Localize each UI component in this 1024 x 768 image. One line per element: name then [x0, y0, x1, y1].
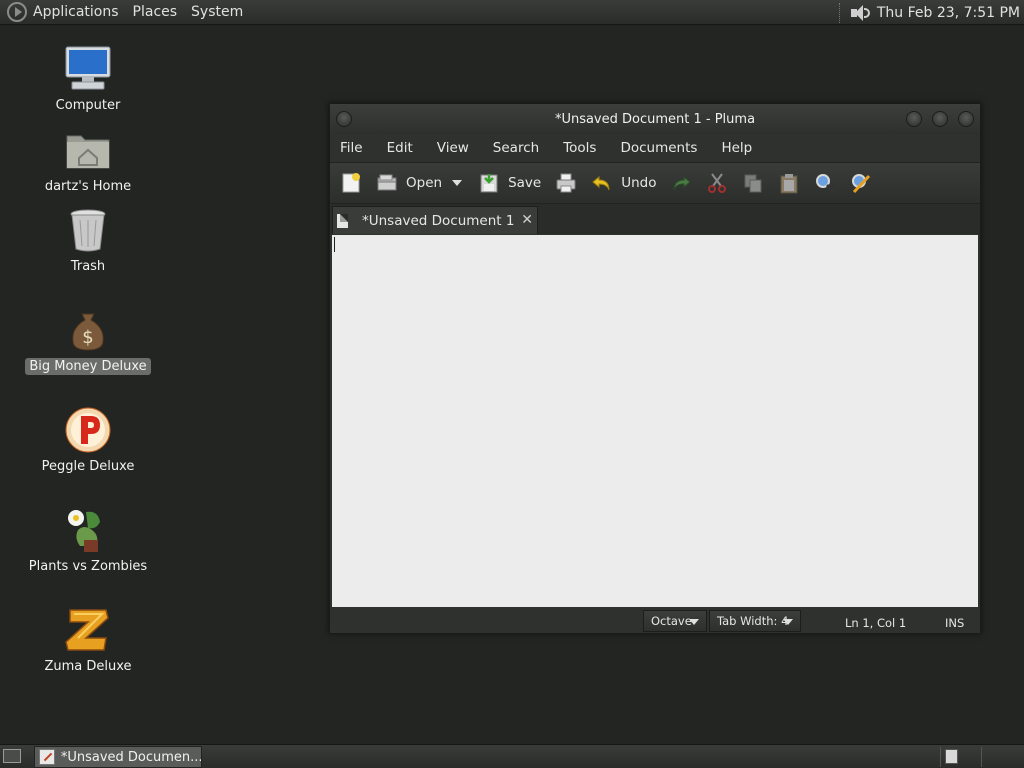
open-button[interactable]: Open [376, 172, 442, 194]
desktop-icon-label: Plants vs Zombies [28, 559, 148, 574]
insert-mode: INS [945, 616, 965, 630]
show-desktop-icon[interactable] [3, 749, 21, 763]
paste-button [778, 172, 800, 194]
svg-text:$: $ [82, 327, 93, 348]
open-folder-icon [376, 172, 398, 194]
toolbar: Open Save Undo [330, 162, 980, 204]
desktop-icon-label: Big Money Deluxe [25, 358, 151, 375]
workspace-switcher[interactable] [940, 747, 982, 767]
desktop-icon-big-money[interactable]: $ Big Money Deluxe [18, 306, 158, 375]
taskbar-item-label: *Unsaved Documen... [60, 749, 201, 765]
desktop-icon-label: dartz's Home [44, 179, 132, 194]
save-label: Save [508, 175, 542, 191]
desktop-icon-plants-vs-zombies[interactable]: Plants vs Zombies [18, 506, 158, 575]
printer-icon [555, 172, 577, 194]
desktop-icon-trash[interactable]: Trash [18, 206, 158, 275]
undo-label: Undo [621, 175, 657, 191]
window-menu-icon[interactable] [336, 111, 352, 127]
peggle-icon [64, 406, 112, 454]
computer-icon [64, 45, 112, 93]
statusbar: Octave Tab Width: 4 Ln 1, Col 1 INS [330, 607, 980, 633]
menu-file[interactable]: File [340, 140, 363, 156]
desktop-icon-computer[interactable]: Computer [18, 45, 158, 114]
desktop-icon-home[interactable]: dartz's Home [18, 126, 158, 195]
menu-tools[interactable]: Tools [563, 140, 596, 156]
menu-help[interactable]: Help [721, 140, 752, 156]
print-button[interactable] [555, 172, 577, 194]
cursor-position: Ln 1, Col 1 [845, 616, 907, 630]
redo-icon [670, 172, 692, 194]
text-editor-icon [39, 749, 55, 765]
chevron-down-icon [452, 180, 463, 186]
open-recent-dropdown[interactable] [452, 180, 463, 186]
home-folder-icon [64, 126, 112, 174]
plants-vs-zombies-icon [64, 506, 112, 554]
save-icon [478, 172, 500, 194]
open-label: Open [406, 175, 443, 191]
close-button[interactable] [958, 111, 974, 127]
chevron-down-icon [783, 619, 793, 625]
desktop-icon-label: Trash [70, 259, 106, 274]
menu-places[interactable]: Places [133, 4, 178, 20]
tab-width-selector[interactable]: Tab Width: 4 [709, 610, 801, 632]
redo-button [670, 172, 692, 194]
tab-unsaved-document-1[interactable]: *Unsaved Document 1 ✕ [332, 206, 538, 234]
volume-icon[interactable] [849, 4, 871, 22]
tab-label: *Unsaved Document 1 [362, 212, 515, 229]
replace-button[interactable] [850, 172, 872, 194]
taskbar-item-pluma[interactable]: *Unsaved Documen... [34, 746, 202, 768]
zuma-icon [64, 606, 112, 654]
undo-icon [591, 172, 613, 194]
text-caret [334, 237, 335, 252]
menu-view[interactable]: View [437, 140, 469, 156]
copy-icon [742, 172, 764, 194]
magnifier-icon [814, 172, 836, 194]
workspace-2[interactable] [981, 747, 982, 767]
language-selector[interactable]: Octave [643, 610, 707, 632]
menu-system[interactable]: System [191, 4, 243, 20]
tab-width-label: Tab Width: 4 [717, 614, 789, 628]
desktop-icon-label: Computer [55, 98, 121, 113]
language-label: Octave [651, 614, 692, 628]
desktop-icon-label: Zuma Deluxe [44, 659, 132, 674]
new-button[interactable] [340, 172, 362, 194]
menu-applications[interactable]: Applications [33, 4, 119, 20]
text-editor-area[interactable] [332, 235, 978, 607]
desktop-icon-zuma[interactable]: Zuma Deluxe [18, 606, 158, 675]
menu-documents[interactable]: Documents [620, 140, 697, 156]
find-button[interactable] [814, 172, 836, 194]
top-panel: Applications Places System Thu Feb 23, 7… [0, 0, 1024, 25]
minimize-button[interactable] [906, 111, 922, 127]
text-document-icon [337, 213, 348, 228]
save-button[interactable]: Save [478, 172, 541, 194]
scissors-icon [706, 172, 728, 194]
window-title: *Unsaved Document 1 - Pluma [554, 111, 756, 127]
menu-edit[interactable]: Edit [387, 140, 413, 156]
copy-button [742, 172, 764, 194]
panel-separator [838, 2, 841, 23]
undo-button[interactable]: Undo [591, 172, 656, 194]
new-document-icon [340, 172, 362, 194]
chevron-down-icon [689, 619, 699, 625]
window-titlebar[interactable]: *Unsaved Document 1 - Pluma [330, 104, 980, 134]
document-tabs: *Unsaved Document 1 ✕ [330, 204, 980, 234]
menu-search[interactable]: Search [493, 140, 539, 156]
clock[interactable]: Thu Feb 23, 7:51 PM [877, 5, 1020, 21]
pluma-window: *Unsaved Document 1 - Pluma File Edit Vi… [329, 103, 981, 633]
cut-button [706, 172, 728, 194]
desktop-icon-peggle[interactable]: Peggle Deluxe [18, 406, 158, 475]
find-replace-icon [850, 172, 872, 194]
maximize-button[interactable] [932, 111, 948, 127]
desktop-icon-label: Peggle Deluxe [41, 459, 135, 474]
money-bag-icon: $ [64, 306, 112, 354]
bottom-panel: *Unsaved Documen... [0, 744, 1024, 768]
tab-close-icon[interactable]: ✕ [521, 212, 533, 228]
trash-icon [64, 206, 112, 254]
mate-logo-icon[interactable] [7, 2, 27, 22]
menubar: File Edit View Search Tools Documents He… [330, 134, 980, 162]
clipboard-icon [778, 172, 800, 194]
workspace-1[interactable] [945, 749, 958, 764]
